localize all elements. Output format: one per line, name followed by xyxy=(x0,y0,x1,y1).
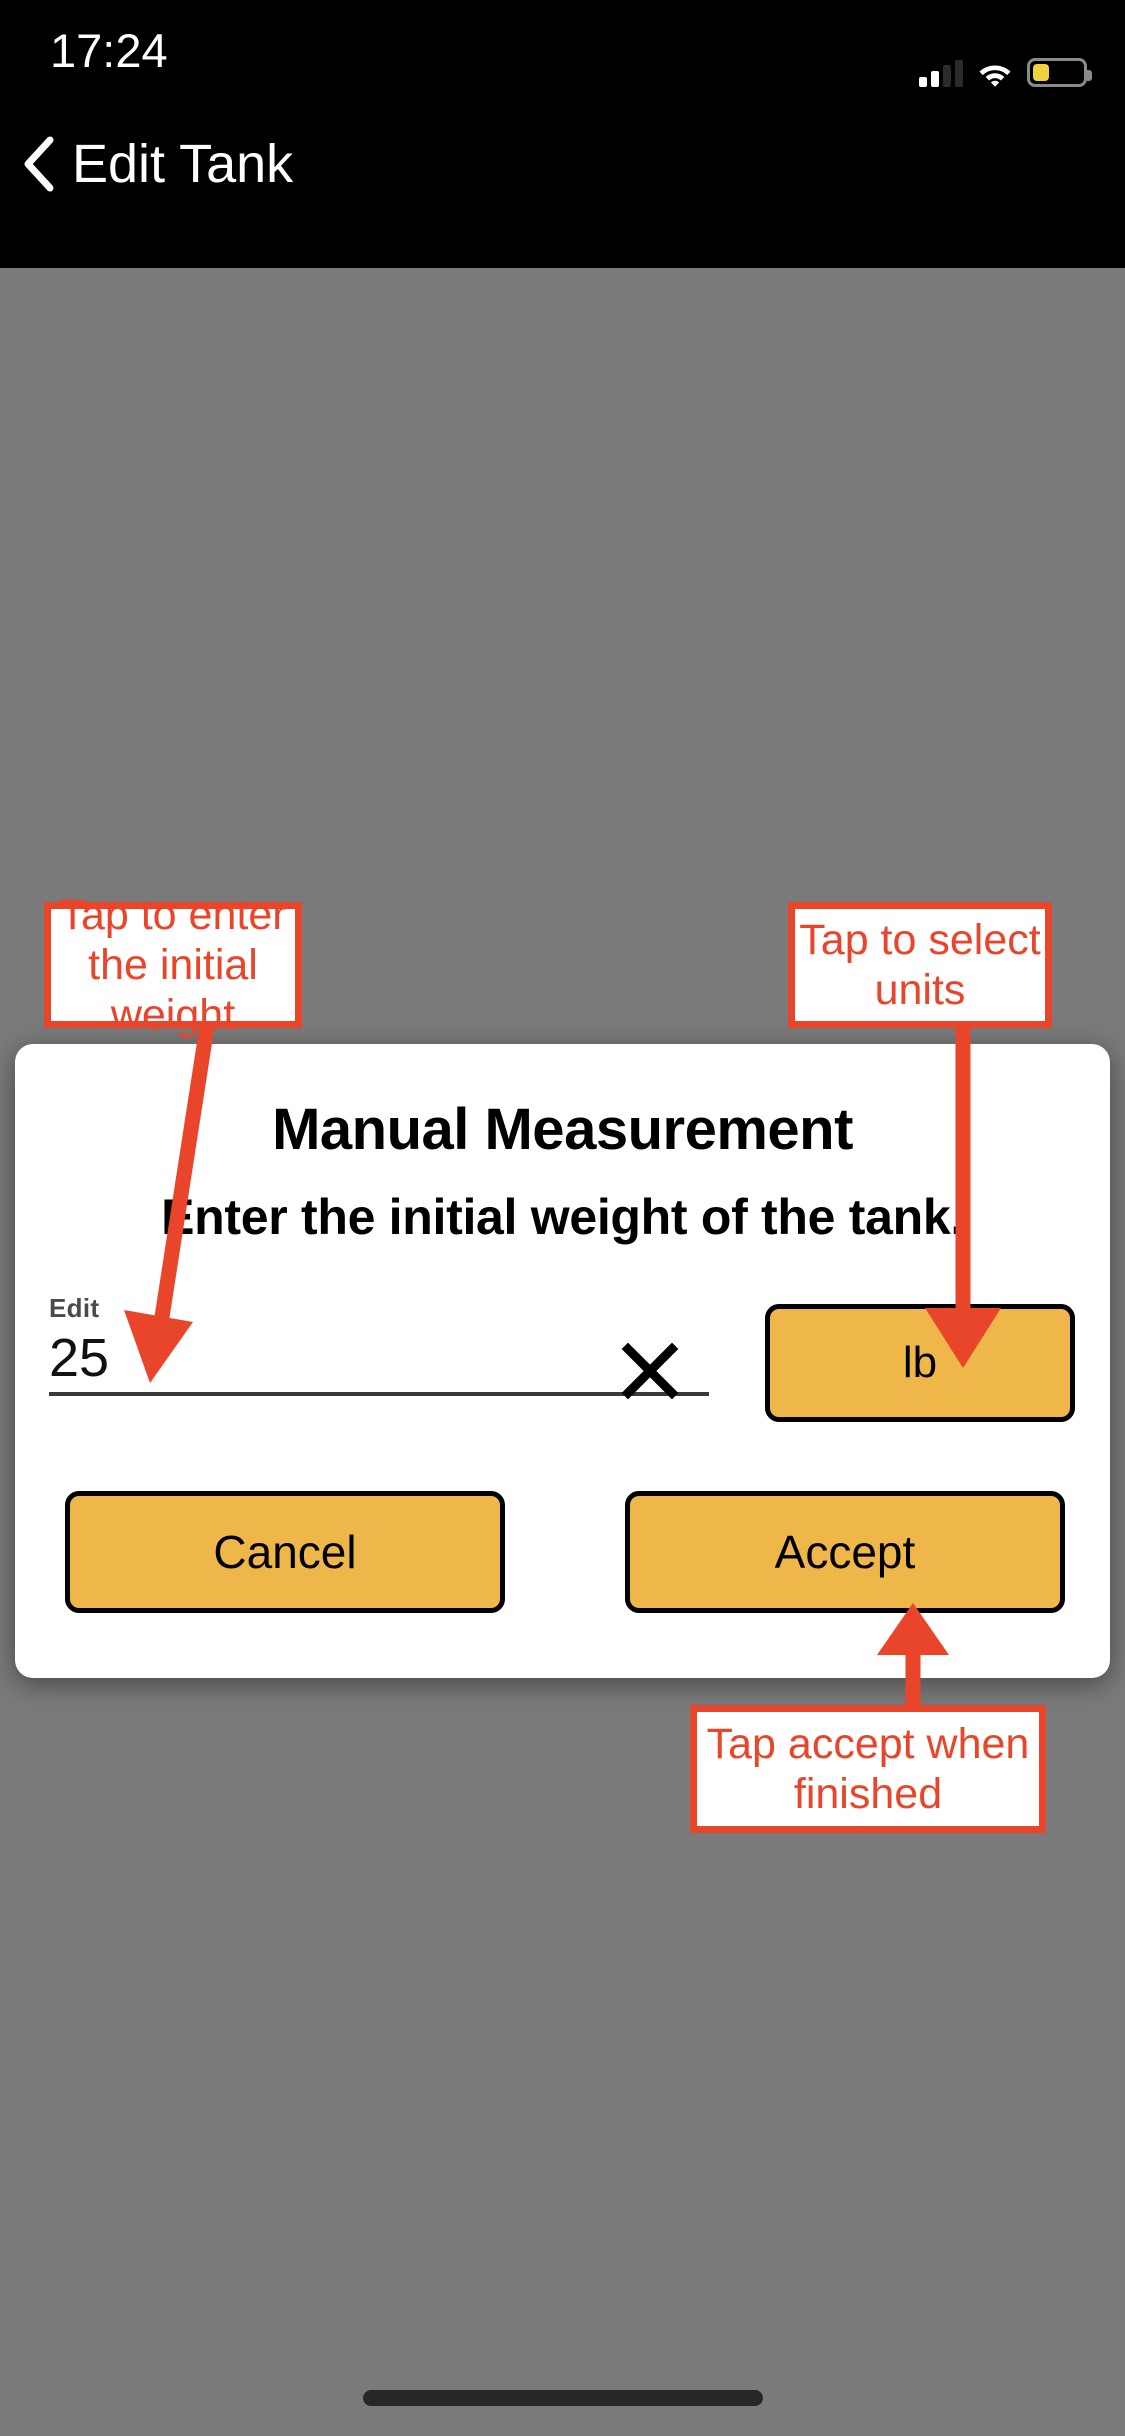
units-button[interactable]: lb xyxy=(765,1304,1075,1422)
weight-input-label: Edit xyxy=(49,1293,100,1323)
phone-screen: 17:24 Edit Tank Manual Measurement Enter… xyxy=(0,0,1125,2436)
dialog-subtitle: Enter the initial weight of the tank. xyxy=(161,1189,964,1245)
battery-low-power-icon xyxy=(1027,58,1092,87)
page-title: Edit Tank xyxy=(72,134,294,194)
weight-input[interactable] xyxy=(49,1328,709,1388)
cancel-button[interactable]: Cancel xyxy=(65,1491,505,1613)
back-chevron-icon xyxy=(22,136,56,192)
status-bar: 17:24 xyxy=(0,0,1125,100)
status-bar-clock: 17:24 xyxy=(50,24,168,77)
cellular-signal-icon xyxy=(919,60,963,87)
weight-input-underline xyxy=(49,1392,709,1396)
home-indicator xyxy=(363,2390,763,2406)
manual-measurement-dialog: Manual Measurement Enter the initial wei… xyxy=(15,1044,1110,1678)
wifi-icon xyxy=(976,59,1014,87)
accept-button[interactable]: Accept xyxy=(625,1491,1065,1613)
weight-field-wrapper[interactable]: Edit xyxy=(49,1294,709,1396)
annotation-callout-accept: Tap accept when finished xyxy=(690,1705,1046,1833)
dialog-actions: Cancel Accept xyxy=(65,1491,1065,1613)
status-bar-indicators xyxy=(919,47,1092,87)
navigation-bar: Edit Tank xyxy=(0,100,1125,268)
annotation-callout-weight: Tap to enter the initial weight xyxy=(44,891,302,1039)
weight-input-row: Edit lb xyxy=(49,1294,1077,1434)
annotation-callout-units: Tap to select units xyxy=(788,902,1052,1028)
close-x-icon[interactable] xyxy=(621,1342,679,1400)
back-button[interactable]: Edit Tank xyxy=(22,136,293,192)
dialog-title: Manual Measurement xyxy=(272,1097,853,1162)
